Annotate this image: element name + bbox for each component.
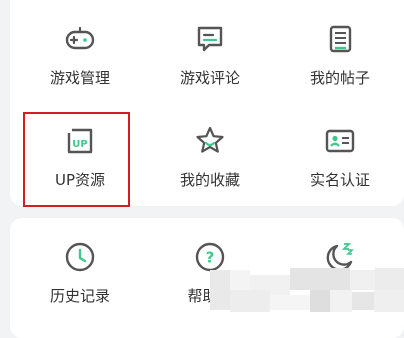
real-name-verification-label: 实名认证 <box>309 171 370 189</box>
real-name-verification-button[interactable]: 实名认证 <box>275 102 404 192</box>
game-management-label: 游戏管理 <box>49 69 110 87</box>
gamepad-icon <box>63 22 97 56</box>
up-resources-label: UP资源 <box>54 171 106 189</box>
my-posts-label: 我的帖子 <box>309 69 370 87</box>
star-icon <box>193 124 227 158</box>
svg-text:?: ? <box>206 249 215 267</box>
comment-icon <box>193 22 227 56</box>
my-favorites-label: 我的收藏 <box>179 171 240 189</box>
clock-icon <box>63 240 97 274</box>
game-review-label: 游戏评论 <box>179 69 240 87</box>
document-icon <box>323 22 357 56</box>
up-badge-icon: UP <box>63 124 97 158</box>
game-management-button[interactable]: 游戏管理 <box>15 0 145 90</box>
game-review-button[interactable]: 游戏评论 <box>145 0 275 90</box>
my-favorites-button[interactable]: 我的收藏 <box>145 102 275 192</box>
history-button[interactable]: 历史记录 <box>15 218 145 308</box>
help-icon: ? <box>193 240 227 274</box>
history-label: 历史记录 <box>49 287 110 305</box>
services-card: 游戏管理 游戏评论 我的帖子 UP UP资源 我的收藏 实名认证 <box>10 0 404 206</box>
up-resources-button[interactable]: UP UP资源 <box>15 102 145 192</box>
id-card-icon <box>323 124 357 158</box>
svg-text:UP: UP <box>72 139 87 150</box>
my-posts-button[interactable]: 我的帖子 <box>275 0 404 90</box>
